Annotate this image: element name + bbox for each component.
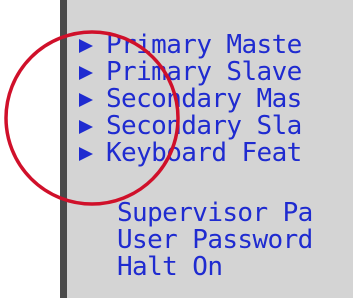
left-margin [0, 0, 60, 298]
settings-list: Supervisor Pa User Password Halt On [117, 200, 353, 281]
setting-item-supervisor-password[interactable]: Supervisor Pa [117, 200, 353, 227]
submenu-item-label: Secondary Mas [106, 84, 302, 114]
submenu-item-secondary-master[interactable]: Secondary Mas [67, 86, 353, 113]
setting-item-user-password[interactable]: User Password [117, 227, 353, 254]
setting-item-label: Supervisor Pa [117, 198, 313, 228]
triangle-right-icon [79, 119, 93, 134]
submenu-item-label: Secondary Sla [106, 111, 302, 141]
bios-setup-panel: Primary Maste Primary Slave Secondary Ma… [60, 0, 353, 298]
submenu-item-label: Primary Slave [106, 57, 302, 87]
triangle-right-icon [79, 146, 93, 161]
submenu-item-primary-master[interactable]: Primary Maste [67, 32, 353, 59]
submenu-item-secondary-slave[interactable]: Secondary Sla [67, 113, 353, 140]
submenu-item-label: Keyboard Feat [106, 138, 302, 168]
setting-item-halt-on[interactable]: Halt On [117, 254, 353, 281]
triangle-right-icon [79, 65, 93, 80]
setting-item-label: User Password [117, 225, 313, 255]
submenu-item-keyboard-features[interactable]: Keyboard Feat [67, 140, 353, 167]
setting-item-label: Halt On [117, 252, 223, 282]
triangle-right-icon [79, 92, 93, 107]
submenu-item-label: Primary Maste [106, 30, 302, 60]
submenu-item-primary-slave[interactable]: Primary Slave [67, 59, 353, 86]
triangle-right-icon [79, 38, 93, 53]
submenu-list: Primary Maste Primary Slave Secondary Ma… [67, 32, 353, 167]
